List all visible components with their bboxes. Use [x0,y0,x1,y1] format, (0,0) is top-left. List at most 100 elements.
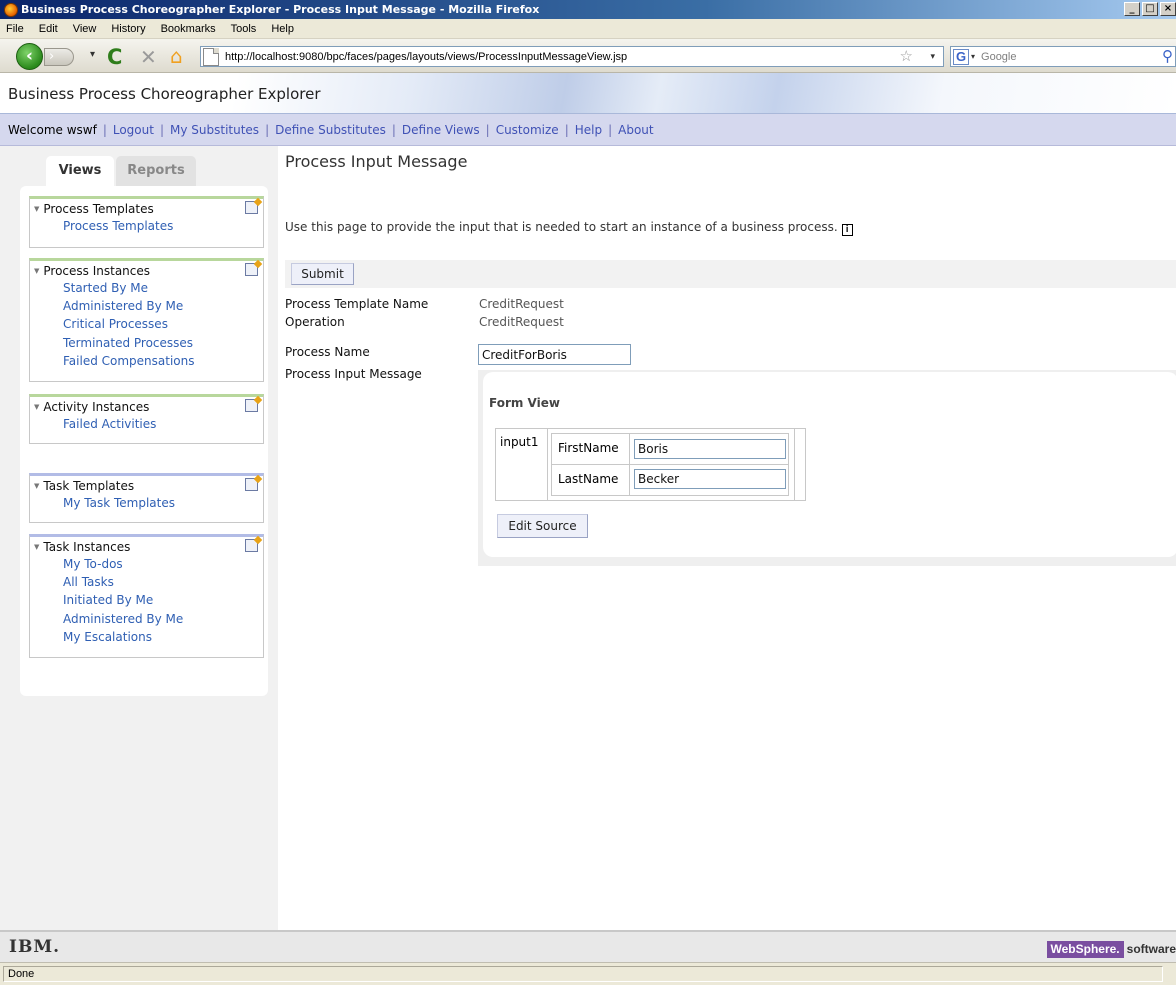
collapse-triangle-icon[interactable]: ▼ [34,543,39,551]
message-table: input1 FirstName LastName [495,428,806,501]
define-views-link[interactable]: Define Views [402,123,480,137]
logout-link[interactable]: Logout [113,123,154,137]
nav-link[interactable]: Administered By Me [30,610,263,628]
submit-button[interactable]: Submit [291,263,354,285]
search-input[interactable]: Google [981,51,1016,63]
help-link[interactable]: Help [575,123,602,137]
form-view-panel: Form View input1 FirstName LastName Edit… [483,372,1176,557]
tab-views[interactable]: Views [46,156,114,186]
tab-reports[interactable]: Reports [116,156,196,186]
window-title: Business Process Choreographer Explorer … [21,3,540,16]
separator: | [564,122,569,137]
task-templates-group: ▼ Task Templates My Task Templates [29,473,264,523]
menu-view[interactable]: View [73,23,97,35]
group-title: Process Templates [43,202,154,216]
edit-view-icon[interactable] [245,539,258,552]
url-bar[interactable]: http://localhost:9080/bpc/faces/pages/la… [200,46,944,67]
search-engine-dropdown-icon[interactable]: ▾ [971,52,975,61]
edit-view-icon[interactable] [245,478,258,491]
my-substitutes-link[interactable]: My Substitutes [170,123,259,137]
input-message-label: Process Input Message [285,367,422,381]
edit-source-button[interactable]: Edit Source [497,514,588,538]
ibm-logo: IBM. [9,937,61,957]
separator: | [265,122,270,137]
edit-view-icon[interactable] [245,263,258,276]
group-header[interactable]: ▼ Task Templates [30,476,263,494]
window-controls: _ □ × [1124,2,1176,16]
forward-button[interactable]: › [44,48,74,66]
browser-status-bar: Done [0,962,1176,985]
software-wordmark: software [1126,942,1176,956]
menu-file[interactable]: File [6,23,24,35]
menu-tools[interactable]: Tools [231,23,257,35]
first-name-label: FirstName [552,434,630,465]
maximize-button[interactable]: □ [1142,2,1158,16]
separator: | [608,122,613,137]
about-link[interactable]: About [618,123,653,137]
description-text: Use this page to provide the input that … [285,220,838,234]
group-header[interactable]: ▼ Process Instances [30,261,263,279]
group-header[interactable]: ▼ Activity Instances [30,397,263,415]
collapse-triangle-icon[interactable]: ▼ [34,267,39,275]
first-name-field[interactable] [634,439,786,459]
nav-link[interactable]: Terminated Processes [30,334,263,352]
collapse-triangle-icon[interactable]: ▼ [34,403,39,411]
page-description: Use this page to provide the input that … [285,220,853,236]
main-content: Process Input Message Use this page to p… [278,146,1176,930]
menu-bar: File Edit View History Bookmarks Tools H… [0,19,1176,39]
url-dropdown-icon[interactable]: ▾ [930,51,935,62]
last-name-field[interactable] [634,469,786,489]
history-dropdown-icon[interactable]: ▾ [90,49,95,60]
form-view-title: Form View [489,396,560,410]
back-button[interactable]: ‹ [16,43,43,70]
nav-link[interactable]: Started By Me [30,279,263,297]
app-title: Business Process Choreographer Explorer [8,85,321,103]
app-header: Business Process Choreographer Explorer [0,73,1176,114]
search-icon[interactable]: ⚲ [1162,47,1173,65]
nav-link[interactable]: My Escalations [30,628,263,646]
message-part-name: input1 [500,435,539,449]
page-icon [203,47,219,66]
nav-link[interactable]: All Tasks [30,573,263,591]
collapse-triangle-icon[interactable]: ▼ [34,482,39,490]
reload-icon[interactable]: C [107,45,122,69]
operation-value: CreditRequest [479,315,564,329]
group-header[interactable]: ▼ Process Templates [30,199,263,217]
edit-view-icon[interactable] [245,399,258,412]
menu-help[interactable]: Help [271,23,294,35]
nav-link[interactable]: Failed Activities [30,415,263,433]
home-icon[interactable]: ⌂ [170,44,183,68]
menu-edit[interactable]: Edit [39,23,58,35]
nav-link[interactable]: Initiated By Me [30,591,263,609]
menu-history[interactable]: History [111,23,145,35]
nav-link[interactable]: Process Templates [30,217,263,235]
message-fields-table: FirstName LastName [551,433,789,496]
close-button[interactable]: × [1160,2,1176,16]
process-name-input[interactable] [478,344,631,365]
nav-link[interactable]: Administered By Me [30,297,263,315]
customize-link[interactable]: Customize [496,123,559,137]
minimize-button[interactable]: _ [1124,2,1140,16]
define-substitutes-link[interactable]: Define Substitutes [275,123,386,137]
group-header[interactable]: ▼ Task Instances [30,537,263,555]
search-bar[interactable]: G ▾ Google ⚲ [950,46,1176,67]
url-text[interactable]: http://localhost:9080/bpc/faces/pages/la… [225,51,627,63]
separator: | [485,122,490,137]
welcome-text: Welcome wswf [8,122,97,137]
collapse-triangle-icon[interactable]: ▼ [34,205,39,213]
group-title: Task Instances [43,540,131,554]
nav-link[interactable]: My To-dos [30,555,263,573]
nav-link[interactable]: Critical Processes [30,315,263,333]
action-bar: Submit [285,260,1176,288]
nav-link[interactable]: Failed Compensations [30,352,263,370]
stop-icon[interactable]: ✕ [140,45,157,69]
info-icon[interactable]: i [841,224,853,236]
google-icon[interactable]: G [953,48,969,65]
bookmark-star-icon[interactable]: ☆ [900,47,913,65]
template-name-label: Process Template Name [285,297,429,311]
nav-link[interactable]: My Task Templates [30,494,263,512]
menu-bookmarks[interactable]: Bookmarks [161,23,216,35]
websphere-wordmark: WebSphere. [1046,941,1124,958]
separator: | [391,122,396,137]
edit-view-icon[interactable] [245,201,258,214]
